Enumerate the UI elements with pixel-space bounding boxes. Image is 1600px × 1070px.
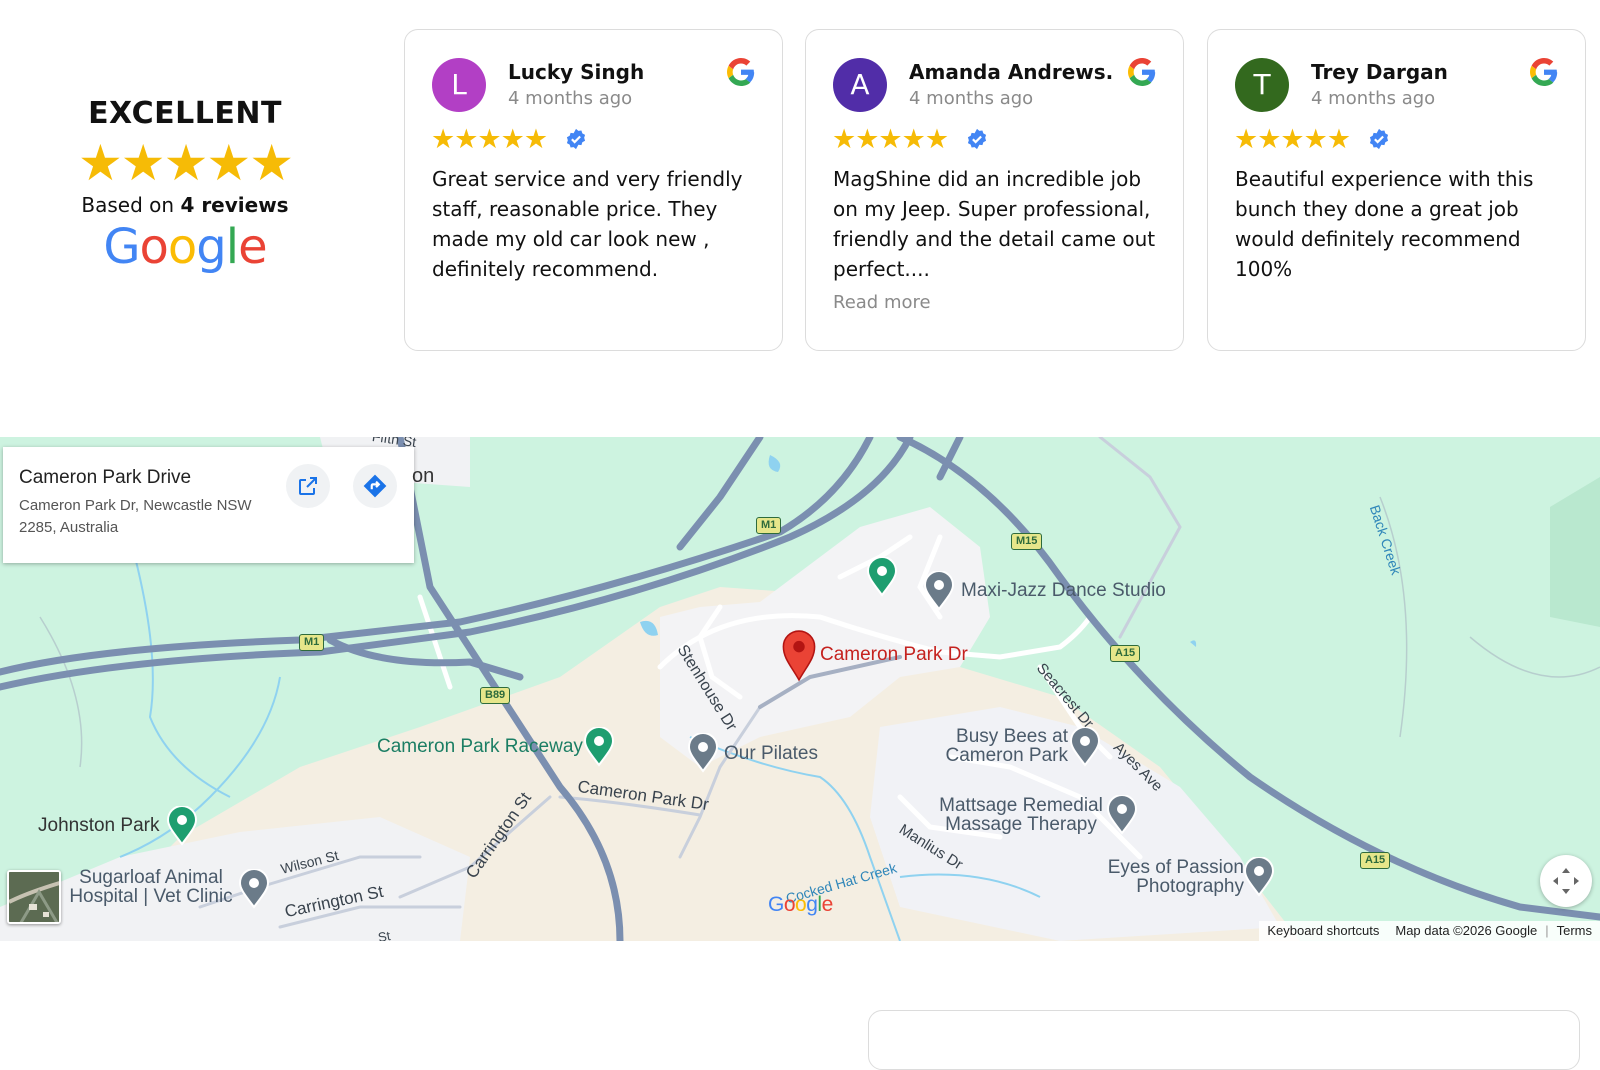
directions-icon — [363, 474, 387, 498]
verified-badge-icon — [967, 128, 987, 150]
poi-marker-icon[interactable] — [865, 557, 899, 597]
review-card: A Amanda Andrews... 4 months ago ★★★★★ M… — [805, 29, 1184, 351]
poi-label-pilates[interactable]: Our Pilates — [724, 743, 818, 765]
summary-stars: ★★★★★ — [77, 135, 294, 191]
poi-label-maxi-jazz[interactable]: Maxi-Jazz Dance Studio — [961, 580, 1166, 602]
place-title: Cameron Park Drive — [19, 467, 192, 488]
location-marker-icon[interactable] — [781, 630, 817, 682]
review-text: Beautiful experience with this bunch the… — [1235, 167, 1534, 281]
place-address: Cameron Park Dr, Newcastle NSW 2285, Aus… — [19, 497, 252, 536]
poi-label-sugarloaf[interactable]: Sugarloaf Animal Hospital | Vet Clinic — [62, 868, 240, 906]
embedded-map[interactable]: Cameron Park Drive Cameron Park Dr, Newc… — [0, 437, 1600, 941]
rating-label: EXCELLENT — [88, 96, 282, 131]
place-info-card: Cameron Park Drive Cameron Park Dr, Newc… — [3, 447, 414, 563]
poi-marker-icon[interactable] — [1105, 795, 1139, 835]
directions-button[interactable] — [353, 464, 397, 508]
keyboard-shortcuts-link[interactable]: Keyboard shortcuts — [1259, 921, 1387, 941]
review-stars: ★★★★★ — [431, 124, 548, 154]
poi-label-eyes-of-passion[interactable]: Eyes of Passion Photography — [1098, 858, 1244, 896]
highway-shield: A15 — [1360, 852, 1391, 869]
reviewer-name[interactable]: Trey Dargan — [1311, 60, 1448, 84]
review-text: MagShine did an incredible job on my Jee… — [833, 167, 1156, 281]
poi-label-busy-bees[interactable]: Busy Bees at Cameron Park — [942, 726, 1069, 766]
poi-marker-icon[interactable] — [686, 733, 720, 773]
verified-badge-icon — [1369, 128, 1389, 150]
contact-card — [868, 1010, 1580, 1070]
review-count: 4 reviews — [180, 193, 289, 217]
avatar: T — [1235, 58, 1289, 112]
poi-marker-icon[interactable] — [165, 806, 199, 846]
google-map-logo: Google — [768, 893, 833, 916]
google-g-icon — [1530, 58, 1558, 86]
fullscreen-icon — [1553, 868, 1579, 894]
poi-label-raceway[interactable]: Cameron Park Raceway — [377, 736, 583, 758]
poi-marker-icon[interactable] — [922, 571, 956, 611]
poi-label-text: Eyes of Passion Photography — [1107, 857, 1244, 897]
terms-link[interactable]: Terms — [1549, 921, 1600, 941]
poi-marker-icon[interactable] — [1068, 727, 1102, 767]
poi-label-johnston-park[interactable]: Johnston Park — [38, 815, 159, 837]
poi-label-text: Sugarloaf Animal Hospital | Vet Clinic — [69, 867, 233, 907]
read-more-link[interactable]: Read more — [833, 292, 931, 313]
poi-marker-icon[interactable] — [1242, 857, 1276, 897]
place-label: on — [412, 465, 435, 487]
review-time: 4 months ago — [1311, 88, 1436, 109]
review-stars: ★★★★★ — [832, 124, 949, 154]
google-g-icon — [727, 58, 755, 86]
poi-label-mattsage[interactable]: Mattsage Remedial Massage Therapy — [936, 796, 1106, 834]
street-label: St — [376, 928, 392, 941]
highway-shield: M1 — [299, 634, 325, 651]
map-attribution-bar: Keyboard shortcuts Map data ©2026 Google… — [1259, 921, 1600, 941]
review-time: 4 months ago — [508, 88, 633, 109]
review-stars: ★★★★★ — [1234, 124, 1351, 154]
avatar: L — [432, 58, 486, 112]
satellite-thumbnail-icon — [9, 872, 59, 922]
rating-summary: EXCELLENT ★★★★★ Based on 4 reviews Googl… — [40, 96, 330, 275]
reviewer-name[interactable]: Lucky Singh — [508, 60, 644, 84]
based-on-text: Based on 4 reviews — [40, 193, 330, 217]
external-link-icon — [299, 477, 317, 495]
highway-shield: M15 — [1011, 533, 1043, 550]
highway-shield: M1 — [756, 517, 782, 534]
poi-marker-icon[interactable] — [237, 869, 271, 909]
open-in-maps-button[interactable] — [286, 464, 330, 508]
review-card: T Trey Dargan 4 months ago ★★★★★ Beautif… — [1207, 29, 1586, 351]
poi-marker-icon[interactable] — [582, 727, 616, 767]
review-time: 4 months ago — [909, 88, 1034, 109]
poi-label-text: Busy Bees at Cameron Park — [945, 726, 1069, 766]
google-logo: Google — [103, 219, 267, 275]
avatar: A — [833, 58, 887, 112]
highway-shield: A15 — [1110, 645, 1141, 662]
map-data-text: Map data ©2026 Google — [1395, 923, 1538, 938]
google-g-icon — [1128, 58, 1156, 86]
review-text: Great service and very friendly staff, r… — [432, 167, 743, 281]
marker-label: Cameron Park Dr — [820, 644, 968, 665]
fullscreen-button[interactable] — [1540, 855, 1592, 907]
satellite-toggle-button[interactable] — [7, 870, 61, 924]
reviewer-name[interactable]: Amanda Andrews... — [909, 60, 1114, 84]
review-card: L Lucky Singh 4 months ago ★★★★★ Great s… — [404, 29, 783, 351]
poi-label-text: Mattsage Remedial Massage Therapy — [939, 795, 1103, 835]
highway-shield: B89 — [480, 687, 511, 704]
based-prefix: Based on — [81, 193, 175, 217]
verified-badge-icon — [566, 128, 586, 150]
